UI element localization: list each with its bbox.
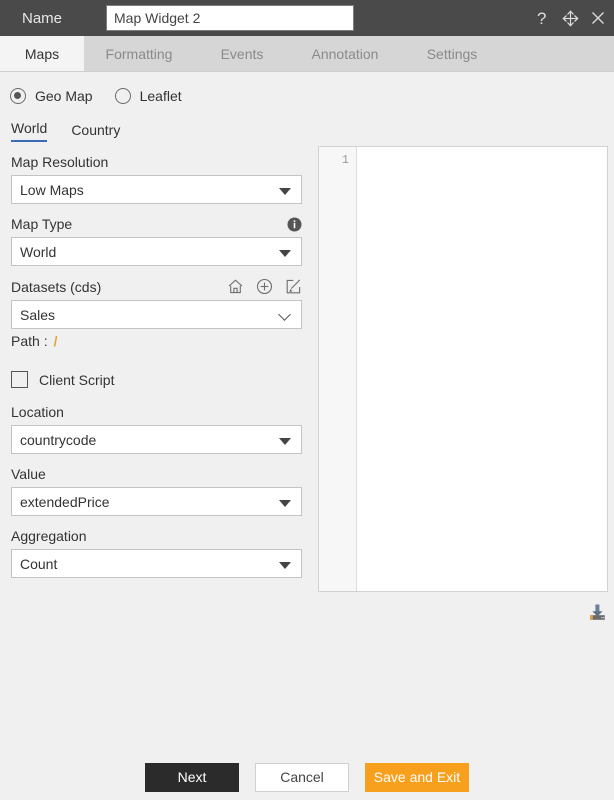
dataset-path-value: / bbox=[53, 333, 58, 349]
radio-geo-map-indicator bbox=[10, 88, 26, 104]
value-value: extendedPrice bbox=[20, 493, 110, 510]
aggregation-field: Aggregation Count bbox=[11, 528, 302, 578]
help-icon[interactable]: ? bbox=[534, 9, 551, 28]
location-select[interactable]: countrycode bbox=[11, 425, 302, 454]
value-select[interactable]: extendedPrice bbox=[11, 487, 302, 516]
value-label: Value bbox=[11, 466, 46, 482]
location-label: Location bbox=[11, 404, 64, 420]
datasets-label-row: Datasets (cds) bbox=[11, 278, 302, 295]
map-type-label-row: Map Type bbox=[11, 216, 302, 232]
scope-tab-country[interactable]: Country bbox=[71, 122, 120, 142]
map-type-value: World bbox=[20, 243, 57, 260]
map-resolution-field: Map Resolution Low Maps bbox=[11, 154, 302, 204]
radio-geo-map[interactable]: Geo Map bbox=[10, 88, 93, 104]
datasets-field: Datasets (cds) Sales bbox=[11, 278, 302, 329]
script-editor[interactable]: 1 bbox=[318, 146, 608, 592]
tab-settings[interactable]: Settings bbox=[400, 36, 504, 71]
close-icon[interactable] bbox=[590, 10, 606, 26]
radio-geo-map-label: Geo Map bbox=[35, 88, 93, 104]
tab-formatting[interactable]: Formatting bbox=[84, 36, 194, 71]
datasets-select[interactable]: Sales bbox=[11, 300, 302, 329]
datasets-value: Sales bbox=[20, 306, 56, 323]
map-source-radio-group: Geo Map Leaflet bbox=[10, 82, 312, 110]
cancel-button[interactable]: Cancel bbox=[255, 762, 349, 792]
value-field: Value extendedPrice bbox=[11, 466, 302, 516]
next-button[interactable]: Next bbox=[145, 762, 239, 792]
scope-tab-world[interactable]: World bbox=[11, 120, 48, 142]
radio-leaflet-label: Leaflet bbox=[139, 88, 182, 104]
chevron-down-icon bbox=[279, 249, 291, 257]
map-resolution-label: Map Resolution bbox=[11, 154, 109, 170]
dataset-path: Path : / bbox=[11, 333, 312, 349]
widget-name-input[interactable] bbox=[106, 5, 354, 31]
map-resolution-value: Low Maps bbox=[20, 181, 84, 198]
client-script-checkbox[interactable]: Client Script bbox=[11, 371, 312, 388]
location-value: countrycode bbox=[20, 431, 97, 448]
chevron-down-icon bbox=[280, 310, 291, 321]
move-icon[interactable] bbox=[562, 9, 579, 27]
chevron-down-icon bbox=[279, 187, 291, 195]
tab-maps[interactable]: Maps bbox=[0, 36, 84, 71]
add-circle-icon[interactable] bbox=[256, 278, 273, 295]
tab-events[interactable]: Events bbox=[194, 36, 290, 71]
map-type-select[interactable]: World bbox=[11, 237, 302, 266]
chevron-down-icon bbox=[279, 437, 291, 445]
info-icon[interactable] bbox=[287, 217, 302, 232]
name-label: Name bbox=[22, 9, 63, 27]
client-script-label: Client Script bbox=[39, 371, 115, 388]
client-script-checkbox-box bbox=[11, 371, 28, 388]
svg-text:?: ? bbox=[537, 9, 546, 28]
location-field: Location countrycode bbox=[11, 404, 302, 454]
radio-leaflet[interactable]: Leaflet bbox=[114, 88, 182, 104]
download-icon[interactable] bbox=[588, 603, 607, 622]
dialog-footer: Next Cancel Save and Exit bbox=[0, 754, 614, 800]
maps-settings-panel: Geo Map Leaflet World Country Map Resolu… bbox=[0, 72, 312, 578]
editor-gutter: 1 bbox=[319, 147, 357, 591]
title-bar: Name ? bbox=[0, 0, 614, 36]
map-widget-dialog: Name ? bbox=[0, 0, 614, 800]
edit-icon[interactable] bbox=[285, 278, 302, 295]
save-and-exit-button[interactable]: Save and Exit bbox=[365, 762, 469, 792]
editor-content[interactable] bbox=[357, 147, 607, 591]
home-icon[interactable] bbox=[227, 278, 244, 295]
map-type-field: Map Type World bbox=[11, 216, 302, 266]
chevron-down-icon bbox=[279, 499, 291, 507]
aggregation-select[interactable]: Count bbox=[11, 549, 302, 578]
radio-leaflet-indicator bbox=[114, 88, 131, 104]
datasets-label: Datasets (cds) bbox=[11, 278, 102, 295]
aggregation-value: Count bbox=[20, 555, 58, 572]
dataset-path-label: Path : bbox=[11, 333, 48, 349]
title-bar-actions: ? bbox=[534, 0, 606, 36]
tab-bar: Maps Formatting Events Annotation Settin… bbox=[0, 36, 614, 72]
chevron-down-icon bbox=[279, 561, 291, 569]
tab-annotation[interactable]: Annotation bbox=[290, 36, 400, 71]
aggregation-label: Aggregation bbox=[11, 528, 87, 544]
editor-line-number: 1 bbox=[341, 153, 349, 167]
scope-tab-group: World Country bbox=[11, 118, 312, 142]
datasets-actions bbox=[227, 278, 302, 295]
map-resolution-select[interactable]: Low Maps bbox=[11, 175, 302, 204]
map-type-label: Map Type bbox=[11, 216, 73, 232]
